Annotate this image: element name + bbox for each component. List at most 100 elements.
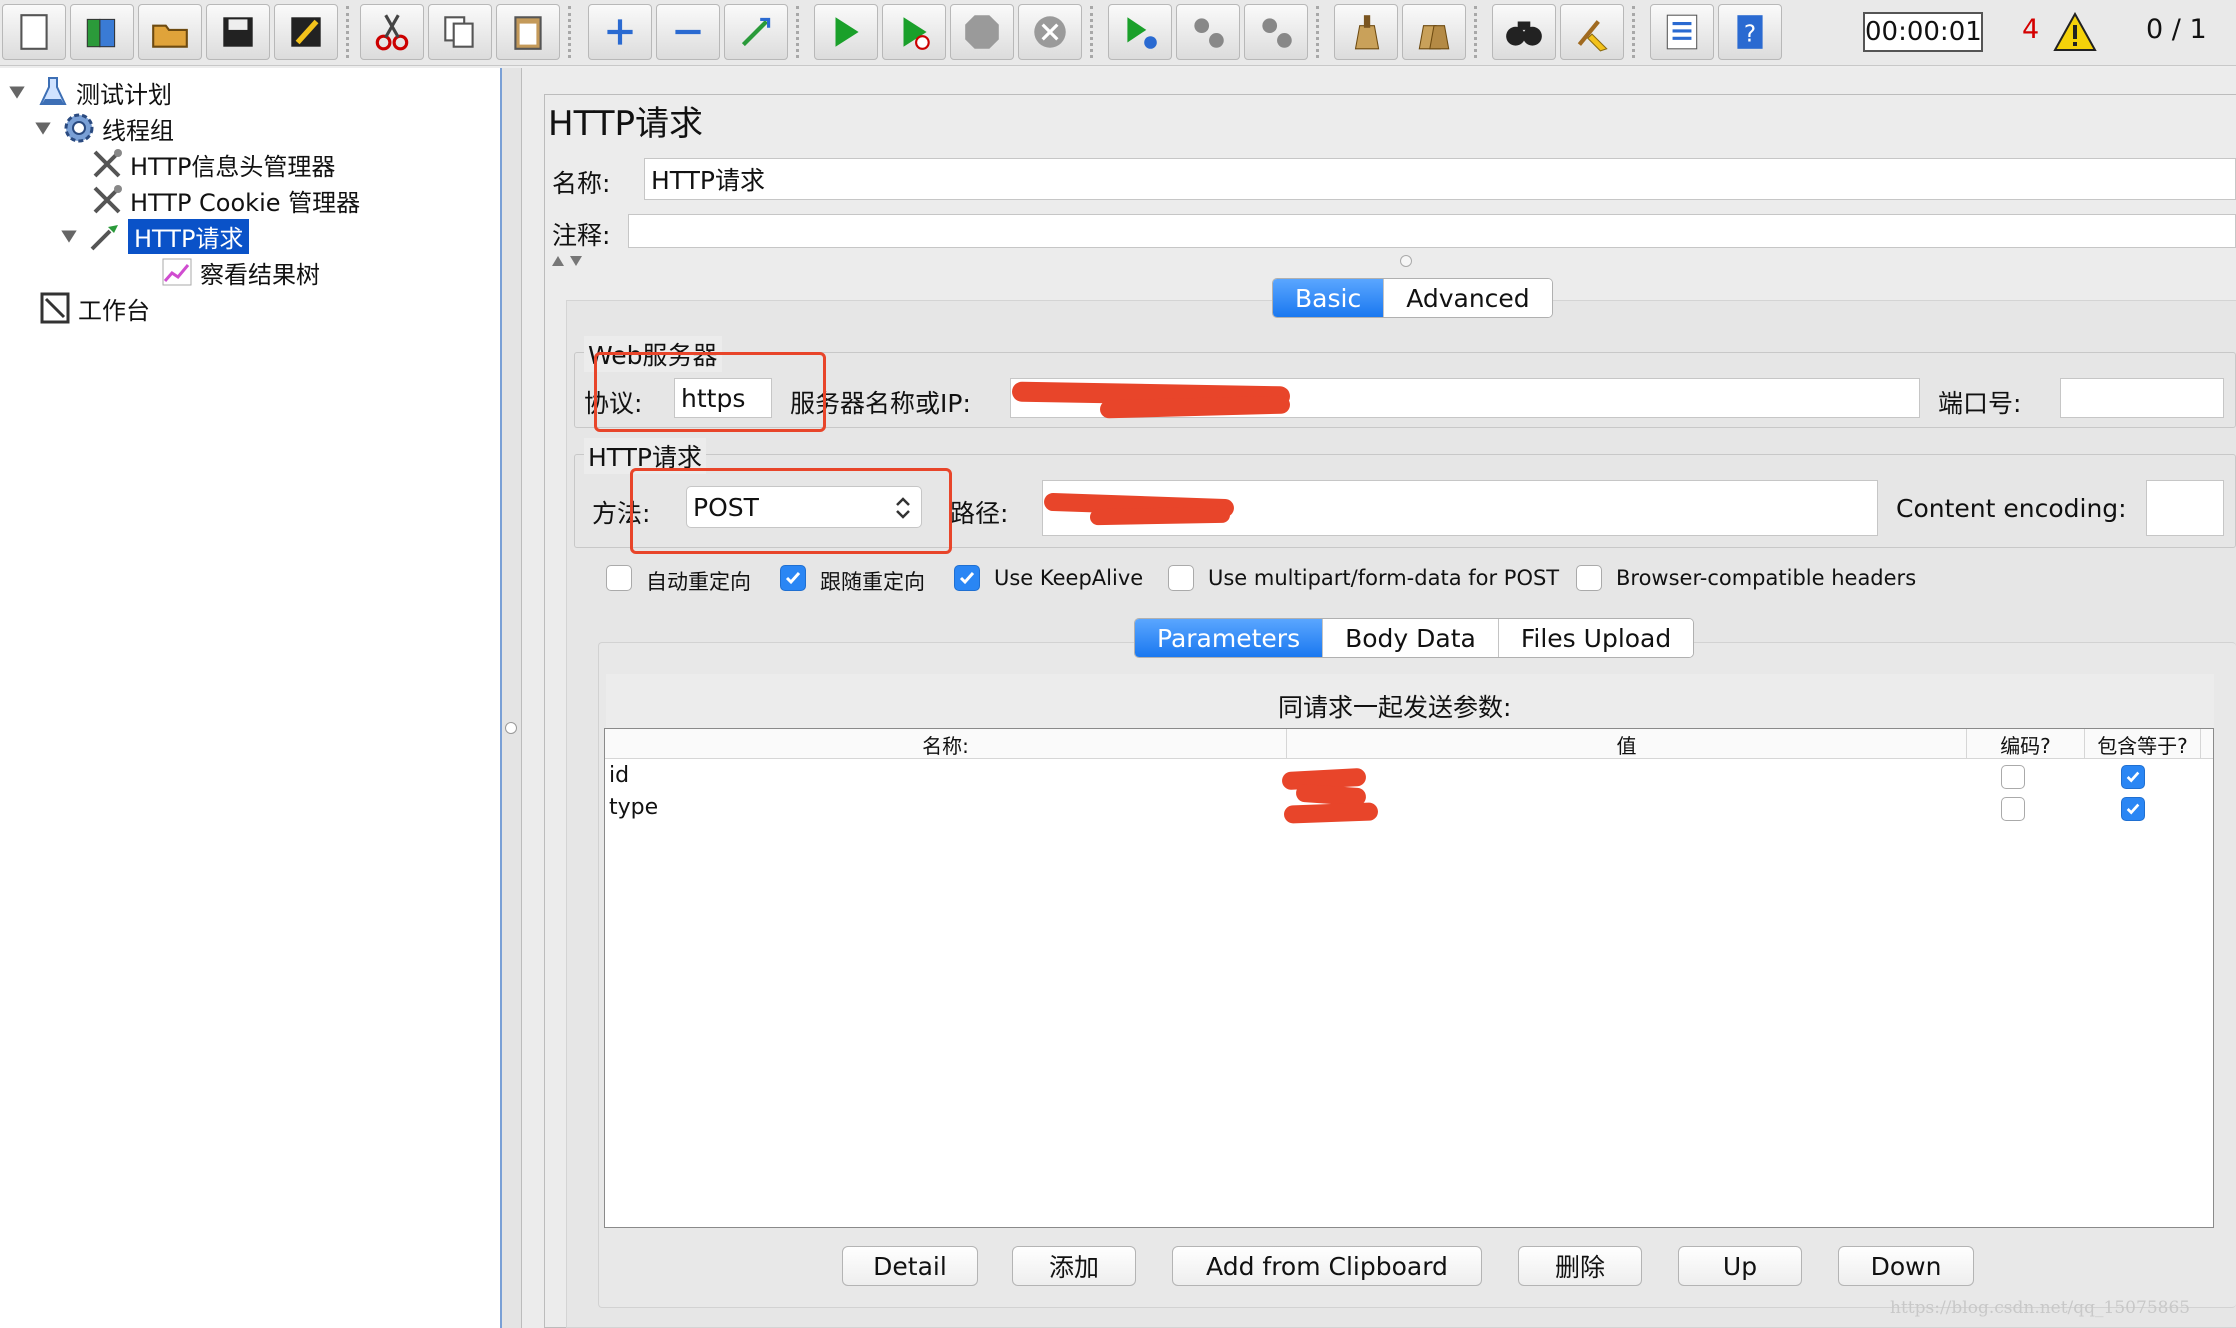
tree-item-header-manager[interactable]: HTTP信息头管理器 [90,146,335,182]
multipart-checkbox[interactable] [1168,565,1194,591]
toolbar-separator [568,6,571,58]
svg-text:?: ? [1744,21,1756,47]
follow-redirect-checkbox[interactable] [780,565,806,591]
toolbar-separator [1474,6,1477,58]
tree-item-view-results-tree[interactable]: 察看结果树 [160,254,320,290]
tab-basic[interactable]: Basic [1273,279,1385,317]
encode-checkbox[interactable] [2001,765,2025,789]
param-name[interactable]: id [609,763,629,788]
encoding-label: Content encoding: [1896,494,2127,523]
tab-files-upload[interactable]: Files Upload [1498,619,1694,657]
remote-stop-icon[interactable] [1176,4,1240,60]
graph-icon [162,258,192,286]
tab-body-data[interactable]: Body Data [1323,619,1499,657]
port-field[interactable] [2060,378,2224,418]
encoding-field[interactable] [2146,480,2224,536]
tab-parameters[interactable]: Parameters [1135,619,1324,657]
collapse-icon[interactable] [656,4,720,60]
add-from-clipboard-button[interactable]: Add from Clipboard [1172,1246,1482,1286]
tree-item-cookie-manager[interactable]: HTTP Cookie 管理器 [90,182,360,218]
browser-headers-checkbox[interactable] [1576,565,1602,591]
tree-item-thread-group[interactable]: 线程组 [32,110,174,146]
keepalive-checkbox[interactable] [954,565,980,591]
paste-icon[interactable] [496,4,560,60]
toolbar-separator [346,6,349,58]
remote-start-icon[interactable] [1108,4,1172,60]
elapsed-timer: 00:00:01 [1863,12,1983,52]
table-row[interactable]: id [605,761,2213,793]
detail-button[interactable]: Detail [842,1246,978,1286]
clear-all-icon[interactable] [1402,4,1466,60]
add-button[interactable]: 添加 [1012,1246,1136,1286]
collapse-arrows-icon[interactable] [550,254,586,268]
toolbar-separator [796,6,799,58]
clear-icon[interactable] [1334,4,1398,60]
include-equals-checkbox[interactable] [2121,797,2145,821]
port-label: 端口号: [1938,389,2022,418]
expand-arrow-icon[interactable] [58,225,80,247]
shutdown-icon[interactable] [1018,4,1082,60]
keepalive-label: Use KeepAlive [994,566,1144,590]
auto-redirect-checkbox[interactable] [606,565,632,591]
encode-checkbox[interactable] [2001,797,2025,821]
templates-icon[interactable] [70,4,134,60]
start-icon[interactable] [814,4,878,60]
comment-field[interactable] [628,214,2236,248]
toggle-icon[interactable] [724,4,788,60]
start-no-timers-icon[interactable] [882,4,946,60]
tab-advanced[interactable]: Advanced [1384,279,1552,317]
wrench-icon [93,149,122,178]
remote-shutdown-icon[interactable] [1244,4,1308,60]
function-helper-icon[interactable] [1650,4,1714,60]
stop-icon[interactable] [950,4,1014,60]
cut-icon[interactable] [360,4,424,60]
workbench-icon [40,292,70,324]
follow-redirect-label: 跟随重定向 [820,570,925,594]
save-as-icon[interactable] [274,4,338,60]
error-count[interactable]: 4 [2022,14,2039,45]
open-icon[interactable] [138,4,202,60]
warning-icon[interactable] [2053,11,2097,52]
save-icon[interactable] [206,4,270,60]
param-name[interactable]: type [609,795,658,820]
params-title: 同请求一起发送参数: [1278,693,1512,722]
active-threads: 0 / 1 [2146,14,2207,45]
copy-icon[interactable] [428,4,492,60]
expand-icon[interactable] [588,4,652,60]
include-equals-checkbox[interactable] [2121,765,2145,789]
column-header-include-equals[interactable]: 包含等于? [2085,729,2201,759]
page-title: HTTP请求 [548,104,704,144]
reset-search-icon[interactable] [1560,4,1624,60]
toolbar-separator [1632,6,1635,58]
name-field[interactable]: HTTP请求 [644,158,2236,200]
up-button[interactable]: Up [1678,1246,1802,1286]
redaction-value [1283,802,1379,824]
new-icon[interactable] [2,4,66,60]
params-table: 名称: 值 编码? 包含等于? id type [604,728,2214,1228]
delete-button[interactable]: 删除 [1518,1246,1642,1286]
column-header-name[interactable]: 名称: [605,729,1287,759]
toolbar-separator [1090,6,1093,58]
search-icon[interactable] [1492,4,1556,60]
tree-item-http-request[interactable]: HTTP请求 [58,218,250,254]
pipette-icon [90,225,118,251]
table-row[interactable]: type [605,793,2213,825]
divider-handle[interactable] [1400,255,1412,267]
table-header: 名称: 值 编码? 包含等于? [605,729,2213,759]
down-button[interactable]: Down [1838,1246,1974,1286]
splitter[interactable] [502,68,522,1328]
splitter-handle[interactable] [505,722,517,734]
tree-item-workbench[interactable]: 工作台 [38,290,150,326]
auto-redirect-label: 自动重定向 [646,570,751,594]
watermark: https://blog.csdn.net/qq_15075865 [1890,1298,2191,1318]
expand-arrow-icon[interactable] [32,117,54,139]
help-icon[interactable]: ? [1718,4,1782,60]
checkmark-icon [2126,771,2140,783]
tree-item-test-plan[interactable]: 测试计划 [6,74,172,110]
column-header-value[interactable]: 值 [1287,729,1967,759]
basic-advanced-tabs: Basic Advanced [1272,278,1553,318]
checkmark-icon [959,572,975,585]
highlight-method [630,468,952,554]
expand-arrow-icon[interactable] [6,81,28,103]
column-header-encode[interactable]: 编码? [1967,729,2085,759]
